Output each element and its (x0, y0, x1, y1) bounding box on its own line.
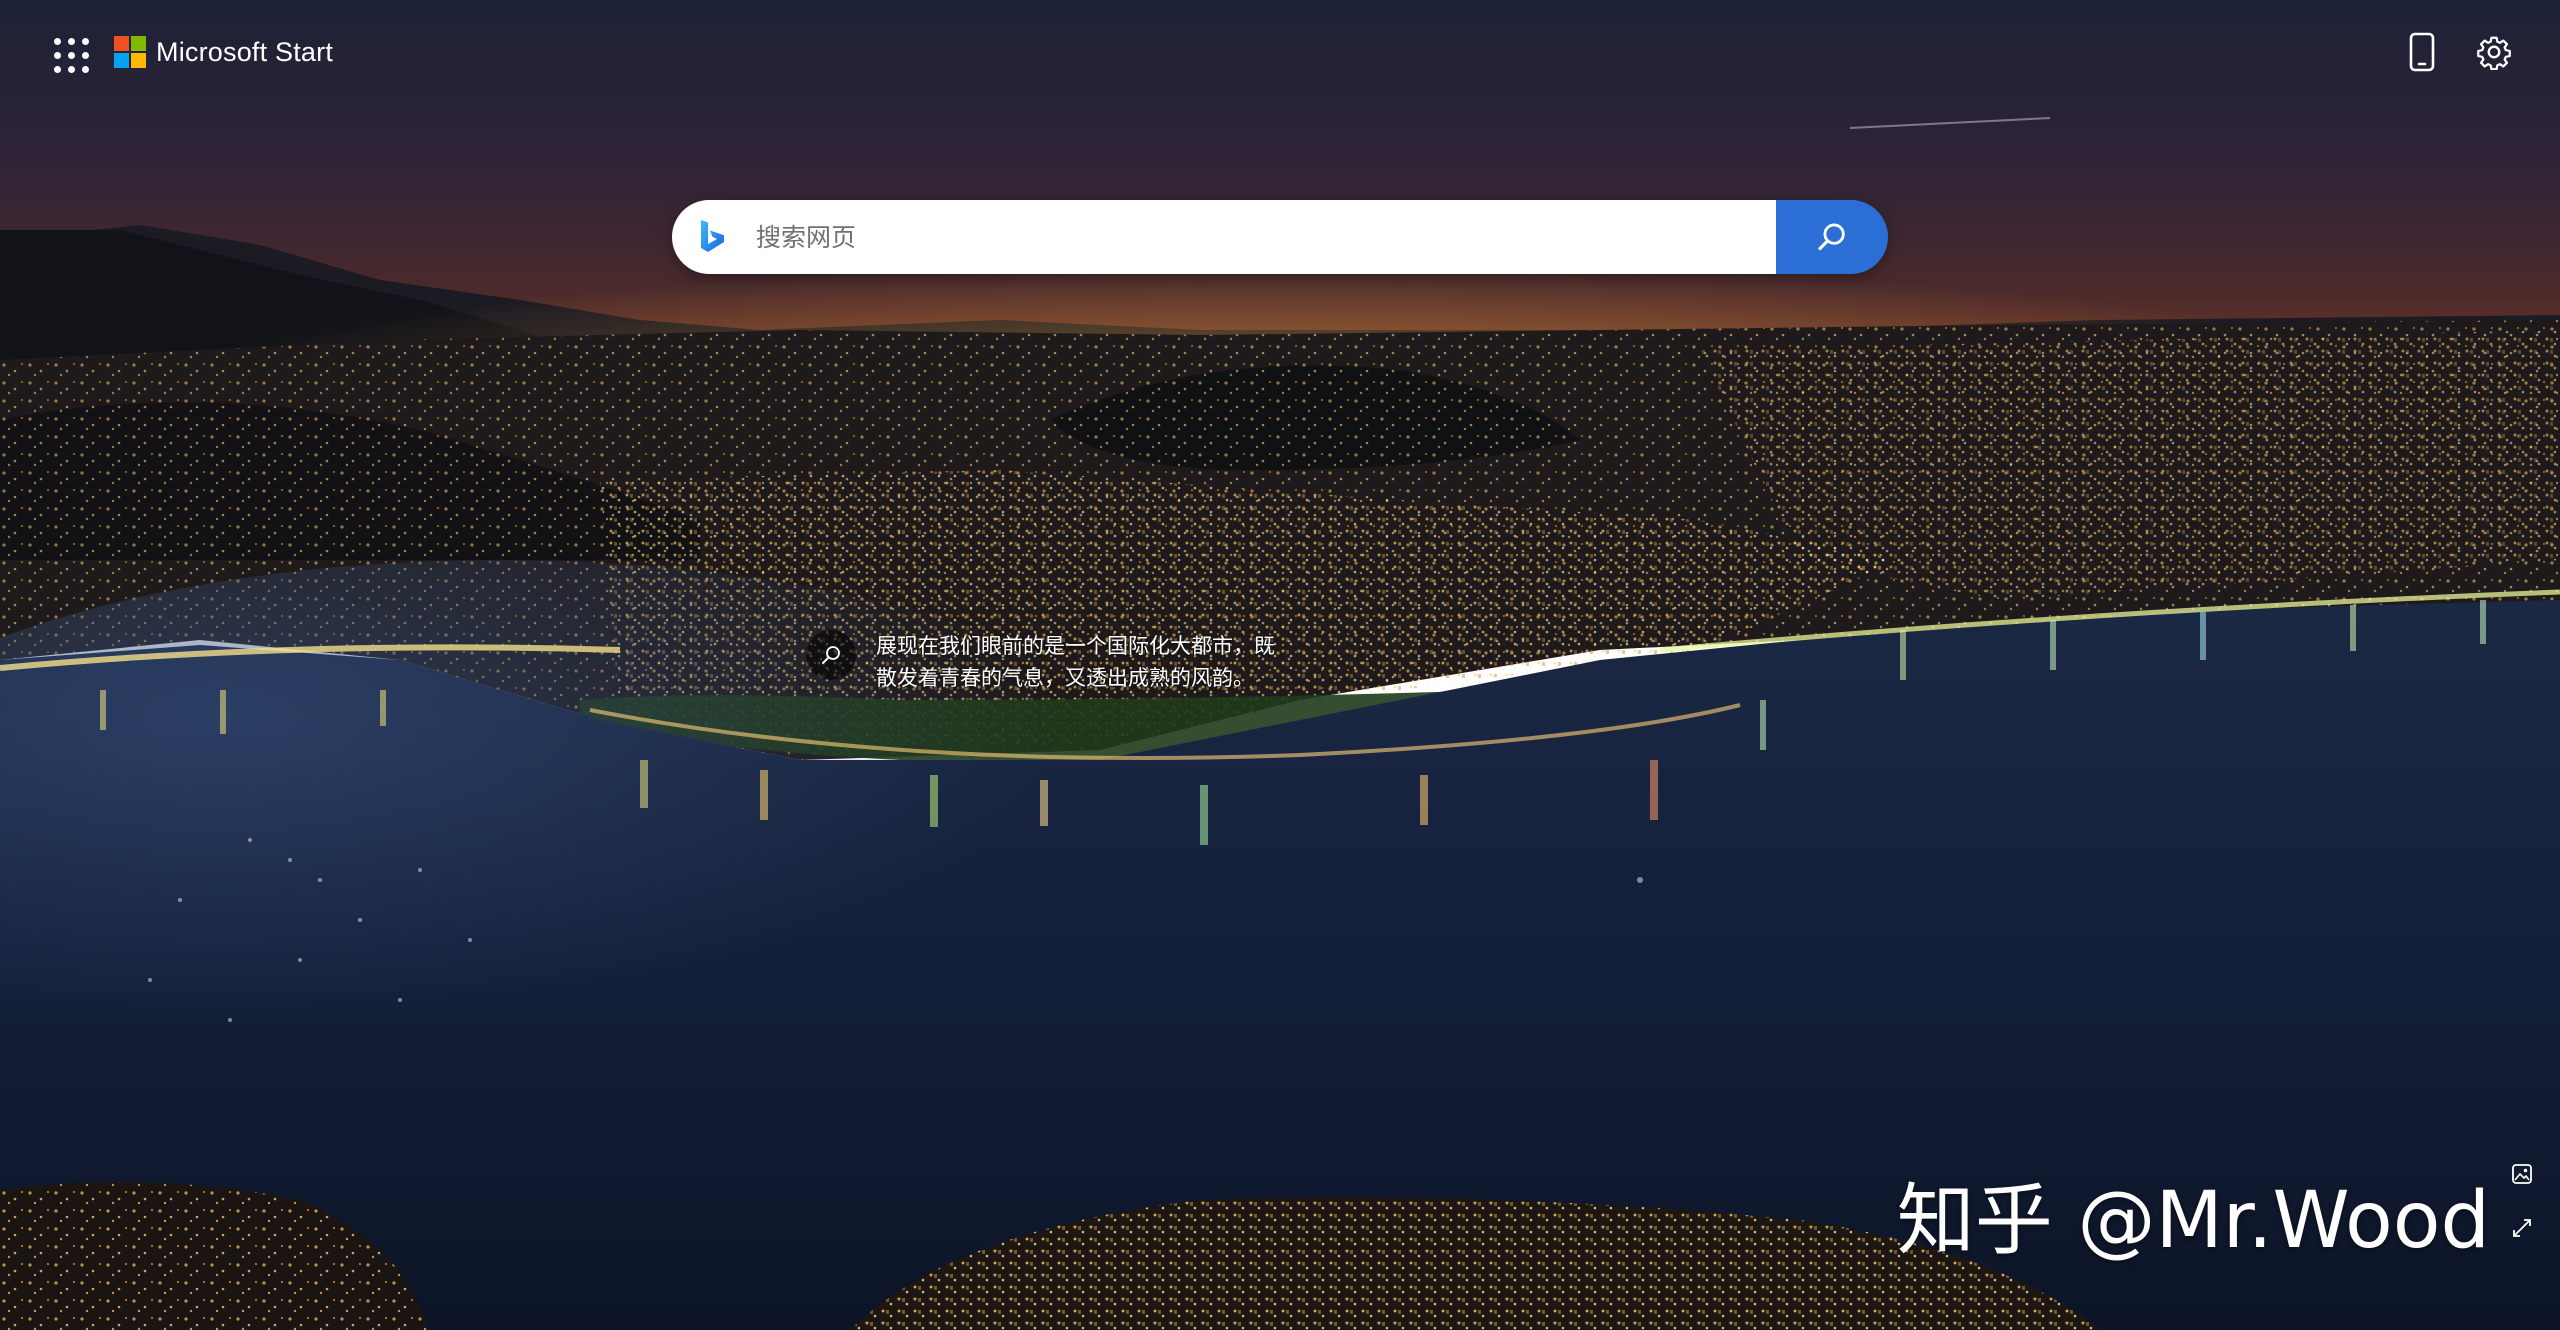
search-icon (1818, 223, 1845, 251)
top-bar: Microsoft Start (0, 0, 2560, 104)
watermark-text: 知乎 @Mr.Wood (1896, 1176, 2490, 1266)
expand-icon[interactable] (2508, 1214, 2536, 1242)
image-caption: 展现在我们眼前的是一个国际化大都市，既散发着青春的气息，又透出成熟的风韵。 (876, 634, 1275, 690)
image-info-hotspot[interactable]: 展现在我们眼前的是一个国际化大都市，既散发着青春的气息，又透出成熟的风韵。 (806, 628, 1286, 694)
bing-logo-icon (701, 220, 724, 252)
search-bar (672, 200, 1888, 274)
search-field (672, 200, 1776, 274)
search-input[interactable] (754, 206, 1776, 268)
microsoft-logo-icon (114, 36, 146, 68)
gear-icon[interactable] (2472, 30, 2516, 74)
magnifier-icon (806, 630, 856, 680)
image-icon[interactable] (2508, 1160, 2536, 1188)
apps-launcher-button[interactable] (50, 34, 90, 74)
brand-link[interactable]: Microsoft Start (114, 34, 333, 70)
search-button[interactable] (1776, 200, 1888, 274)
brand-name: Microsoft Start (156, 36, 334, 67)
phone-icon[interactable] (2400, 30, 2444, 74)
